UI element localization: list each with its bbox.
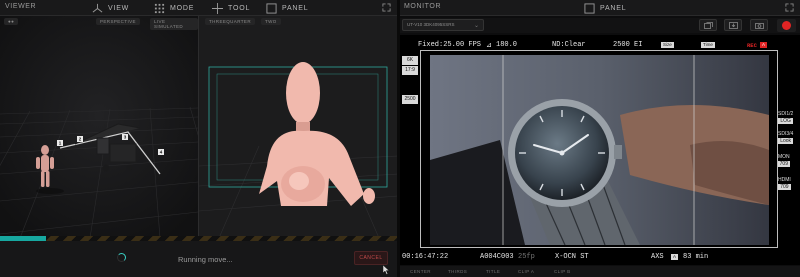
monitor-panel-menu[interactable]: PANEL bbox=[584, 2, 626, 14]
camera-viewport[interactable]: THREEQUARTER TWO bbox=[198, 16, 397, 238]
osd-aspect: 17:9 bbox=[402, 66, 418, 75]
panel-icon bbox=[584, 2, 595, 14]
camera-select-value: UT-V10 3DK4095SSRS bbox=[407, 22, 455, 27]
guide-clip-a[interactable]: CLIP A bbox=[518, 269, 534, 274]
guide-center[interactable]: CENTER bbox=[410, 269, 431, 274]
monitor-title: MONITOR bbox=[404, 3, 442, 10]
camera-feed-image bbox=[430, 55, 769, 245]
menu-view-label: VIEW bbox=[108, 4, 130, 12]
viewport-icon-tag[interactable]: ●● bbox=[4, 18, 19, 25]
guide-clip-b[interactable]: CLIP B bbox=[554, 269, 571, 274]
osd-hdmi: HDMI 709 bbox=[778, 177, 791, 190]
camera-rig-icon bbox=[92, 3, 103, 13]
osd-remaining: 83 min bbox=[683, 253, 709, 261]
osd-time: Time bbox=[701, 42, 715, 48]
rig-marker-2: 2 bbox=[77, 136, 83, 142]
expand-icon[interactable] bbox=[382, 3, 391, 12]
crosshair-icon bbox=[212, 2, 223, 14]
scene-3d: 1 2 3 4 bbox=[0, 16, 198, 238]
expand-icon[interactable] bbox=[785, 3, 794, 12]
layout-button[interactable] bbox=[699, 19, 717, 31]
osd-iso: 2500 EI bbox=[613, 41, 643, 49]
rig-marker-3: 3 bbox=[122, 134, 128, 140]
osd-nd: ND:Clear bbox=[552, 41, 586, 49]
osd-look: X-OCN ST bbox=[555, 253, 589, 261]
running-status: Running move... bbox=[178, 255, 233, 264]
osd-shutter-icon: ⊿ bbox=[486, 42, 492, 50]
osd-timecode: 00:16:47:22 bbox=[402, 253, 449, 261]
menu-view[interactable]: VIEW bbox=[92, 2, 129, 14]
menu-panel[interactable]: PANEL bbox=[266, 2, 308, 14]
record-button[interactable] bbox=[777, 19, 796, 32]
guide-thirds[interactable]: THIRDS bbox=[448, 269, 467, 274]
osd-sdi34: SDI3/4 Look bbox=[778, 131, 794, 144]
menu-mode-label: MODE bbox=[170, 4, 195, 12]
grid-icon bbox=[154, 3, 165, 13]
osd-codec: AXS bbox=[651, 253, 664, 261]
threequarter-label[interactable]: THREEQUARTER bbox=[205, 18, 255, 25]
download-icon bbox=[729, 22, 738, 29]
osd-sdi12: SDI1/2 LOG bbox=[778, 111, 794, 124]
two-label[interactable]: TWO bbox=[261, 18, 281, 25]
camera-select[interactable]: UT-V10 3DK4095SSRS ⌄ bbox=[402, 19, 484, 31]
top-bar: VIEWER VIEW MODE TOOL PANEL MONITOR PANE… bbox=[0, 0, 800, 16]
camera-icon bbox=[755, 23, 764, 29]
rig-marker-1: 1 bbox=[57, 140, 63, 146]
osd-mon: MON 709 bbox=[778, 154, 790, 167]
perspective-label[interactable]: PERSPECTIVE bbox=[96, 18, 140, 25]
perspective-viewport[interactable]: 1 2 3 4 ●● PERSPECTIVE LIVE SIMULATED bbox=[0, 16, 198, 238]
rig-marker-4: 4 bbox=[158, 149, 164, 155]
snapshot-button[interactable] bbox=[750, 19, 768, 31]
live-simulated-label[interactable]: LIVE SIMULATED bbox=[150, 18, 198, 30]
osd-ei: 2500 bbox=[402, 95, 418, 104]
chevron-down-icon: ⌄ bbox=[473, 23, 479, 29]
osd-fps: Fixed:25.00 FPS bbox=[418, 41, 482, 49]
mouse-cursor-icon bbox=[383, 265, 390, 275]
menu-panel-label: PANEL bbox=[282, 4, 309, 12]
monitor-guide-ticker: CENTER THIRDS TITLE CLIP A CLIP B bbox=[400, 266, 800, 277]
osd-rec-mark: A bbox=[760, 42, 768, 48]
cancel-button[interactable]: CANCEL bbox=[354, 251, 388, 265]
osd-clip: A004C003 bbox=[480, 253, 514, 261]
download-button[interactable] bbox=[724, 19, 742, 31]
camera-view-scene bbox=[199, 16, 397, 238]
menu-tool-label: TOOL bbox=[228, 4, 251, 12]
osd-size: Size bbox=[661, 42, 674, 48]
osd-shutter: 180.0 bbox=[496, 41, 518, 49]
osd-codec-mark: A bbox=[671, 254, 679, 260]
guide-title[interactable]: TITLE bbox=[486, 269, 500, 274]
panel-icon bbox=[266, 2, 277, 14]
copy-icon bbox=[704, 22, 713, 29]
menu-tool[interactable]: TOOL bbox=[212, 2, 250, 14]
monitor-panel-label: PANEL bbox=[600, 4, 627, 12]
viewer-title: VIEWER bbox=[5, 3, 37, 10]
osd-resolution: 6K bbox=[402, 56, 418, 65]
osd-fps-bottom: 25fp bbox=[518, 253, 535, 261]
osd-rec: REC bbox=[747, 42, 757, 49]
loading-spinner-icon bbox=[117, 253, 126, 262]
menu-mode[interactable]: MODE bbox=[154, 2, 194, 14]
